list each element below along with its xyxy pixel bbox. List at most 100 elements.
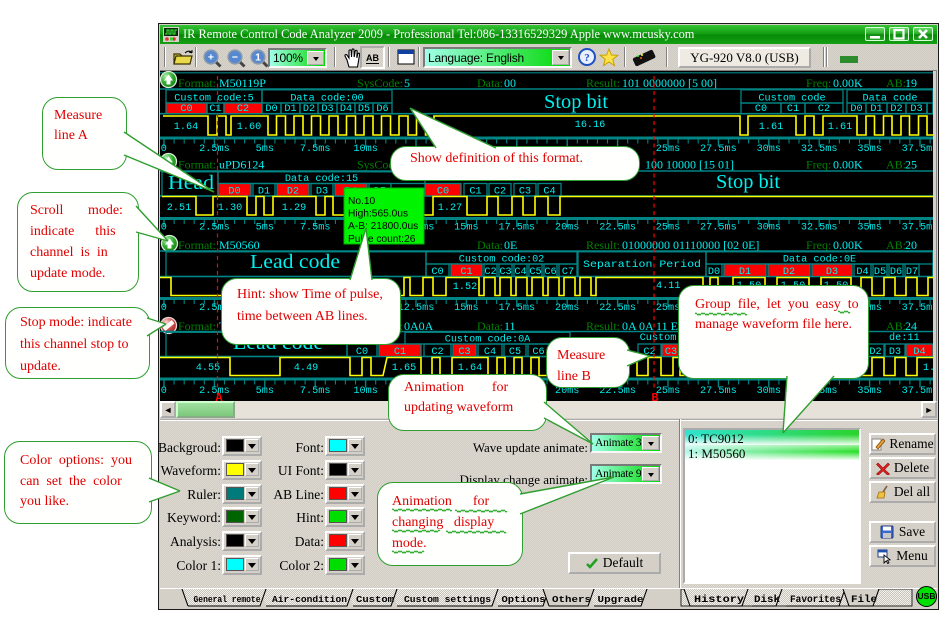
svg-text:+: + (208, 52, 214, 64)
svg-text:10ms: 10ms (353, 144, 377, 155)
svg-text:25ms: 25ms (656, 223, 680, 234)
svg-text:D3: D3 (889, 347, 901, 358)
svg-text:Stop bit: Stop bit (716, 171, 780, 193)
svg-text:Lead code: Lead code (250, 251, 340, 273)
svg-text:−: − (232, 52, 238, 64)
svg-text:AB:: AB: (886, 158, 906, 172)
svg-text:C2: C2 (484, 267, 496, 278)
svg-text:No.10: No.10 (348, 196, 376, 207)
svg-text:D3: D3 (321, 104, 333, 115)
svg-text:15ms: 15ms (454, 223, 478, 234)
svg-text:SysCode:: SysCode: (357, 76, 403, 90)
svg-text:5ms: 5ms (256, 144, 274, 155)
svg-text:C1: C1 (787, 104, 799, 115)
svg-text:C1: C1 (469, 187, 481, 198)
svg-text:Data:: Data: (477, 238, 503, 252)
svg-text:1.27: 1.27 (438, 203, 462, 214)
svg-text:D2: D2 (869, 347, 881, 358)
svg-text:2.51: 2.51 (167, 203, 191, 214)
svg-text:7.5ms: 7.5ms (300, 386, 331, 397)
svg-text:Freq:: Freq: (806, 158, 831, 172)
svg-text:0: 0 (161, 303, 167, 314)
svg-text:1.61: 1.61 (759, 122, 783, 133)
svg-text:22.5ms: 22.5ms (599, 223, 636, 234)
svg-text:D4: D4 (340, 104, 352, 115)
svg-text:D4: D4 (856, 267, 868, 278)
svg-text:Custom: Custom (356, 594, 395, 605)
svg-text:30ms: 30ms (757, 386, 781, 397)
svg-text:1.30: 1.30 (218, 203, 242, 214)
svg-text:35ms: 35ms (857, 386, 881, 397)
svg-text:0.00K: 0.00K (833, 158, 863, 172)
svg-text:15ms: 15ms (454, 303, 478, 314)
svg-text:C6: C6 (532, 347, 544, 358)
svg-text:0.00K: 0.00K (833, 76, 863, 90)
svg-text:Format:: Format: (178, 76, 216, 90)
svg-text:Options: Options (502, 594, 546, 605)
svg-text:7.5ms: 7.5ms (300, 223, 331, 234)
svg-text:27.5ms: 27.5ms (700, 223, 737, 234)
svg-text:C2: C2 (431, 347, 443, 358)
svg-text:37.5ms: 37.5ms (902, 386, 933, 397)
svg-text:1.60: 1.60 (237, 122, 261, 133)
svg-text:1.65: 1.65 (392, 363, 416, 374)
svg-text:5ms: 5ms (256, 223, 274, 234)
svg-text:37.5ms: 37.5ms (902, 144, 933, 155)
svg-text:File: File (851, 594, 877, 606)
svg-text:0: 0 (161, 386, 167, 397)
svg-text:25: 25 (905, 158, 917, 172)
svg-text:5: 5 (404, 76, 410, 90)
svg-text:Result:: Result: (586, 76, 620, 90)
svg-text:1.29: 1.29 (282, 203, 306, 214)
svg-text:D1: D1 (739, 267, 751, 278)
svg-text:C1: C1 (209, 104, 221, 115)
svg-text:1: 1 (255, 52, 261, 64)
svg-text:00: 00 (504, 76, 516, 90)
svg-text:Result:: Result: (586, 238, 620, 252)
svg-text:4.11: 4.11 (656, 281, 680, 292)
svg-text:101 0000000 [5 00]: 101 0000000 [5 00] (622, 76, 717, 90)
svg-text:C0: C0 (755, 104, 767, 115)
svg-text:12.5ms: 12.5ms (398, 303, 435, 314)
svg-text:100 10000 [15 01]: 100 10000 [15 01] (645, 158, 734, 172)
svg-text:Favorites: Favorites (790, 594, 841, 606)
svg-text:C0: C0 (180, 104, 192, 115)
svg-text:C4: C4 (484, 347, 496, 358)
svg-text:C3: C3 (499, 267, 511, 278)
svg-text:D0: D0 (850, 104, 862, 115)
svg-text:AB:: AB: (886, 238, 906, 252)
svg-text:D7: D7 (906, 267, 918, 278)
svg-text:M50119P: M50119P (219, 76, 266, 90)
svg-text:C2: C2 (237, 104, 249, 115)
svg-text:C4: C4 (514, 267, 526, 278)
svg-text:35ms: 35ms (857, 223, 881, 234)
svg-text:25ms: 25ms (656, 386, 680, 397)
svg-text:D2: D2 (303, 104, 315, 115)
svg-text:C5: C5 (509, 347, 521, 358)
svg-text:01000000 01110000 [02 0E]: 01000000 01110000 [02 0E] (622, 238, 759, 252)
svg-text:D1: D1 (284, 104, 296, 115)
svg-text:4.49: 4.49 (294, 363, 318, 374)
svg-text:D5: D5 (358, 104, 370, 115)
svg-text:4.55: 4.55 (196, 363, 220, 374)
svg-text:de:11: de:11 (889, 332, 920, 344)
svg-text:D2: D2 (890, 104, 902, 115)
svg-text:A: A (215, 391, 223, 401)
svg-text:17.5ms: 17.5ms (498, 303, 535, 314)
svg-text:19: 19 (905, 76, 917, 90)
svg-text:C1: C1 (394, 347, 406, 358)
svg-text:Freq:: Freq: (806, 76, 831, 90)
svg-text:Format:: Format: (178, 238, 216, 252)
svg-text:Others: Others (552, 594, 591, 605)
svg-text:0.00K: 0.00K (833, 238, 863, 252)
svg-text:Custom: Custom (640, 333, 677, 344)
svg-text:1.: 1. (923, 363, 933, 374)
svg-text:2.5ms: 2.5ms (199, 223, 230, 234)
svg-text:General remote: General remote (194, 594, 261, 605)
svg-text:16.16: 16.16 (575, 120, 606, 131)
svg-text:D6: D6 (890, 267, 902, 278)
svg-text:22.5ms: 22.5ms (599, 303, 636, 314)
svg-text:25ms: 25ms (656, 303, 680, 314)
svg-text:C1: C1 (460, 267, 472, 278)
svg-text:C5: C5 (529, 267, 541, 278)
